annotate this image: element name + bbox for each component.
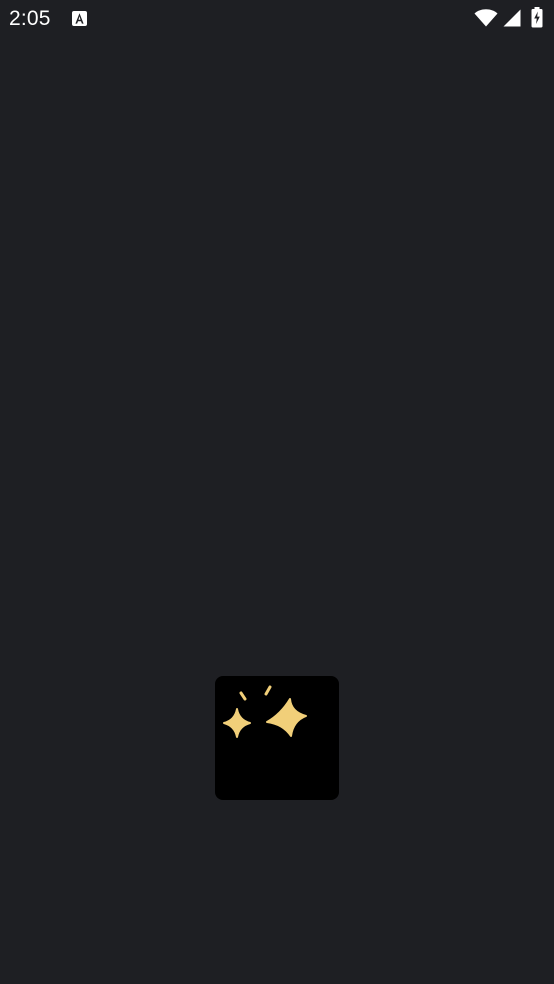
wifi-icon (474, 9, 498, 27)
signal-icon (503, 9, 521, 27)
app-screen: 2:05 (0, 0, 554, 984)
accessibility-icon (72, 11, 87, 26)
status-time: 2:05 (9, 7, 51, 30)
battery-charging-icon (531, 7, 543, 28)
status-bar: 2:05 (0, 0, 554, 38)
sparkles-icon (223, 685, 307, 738)
splash-logo-card (215, 676, 339, 800)
